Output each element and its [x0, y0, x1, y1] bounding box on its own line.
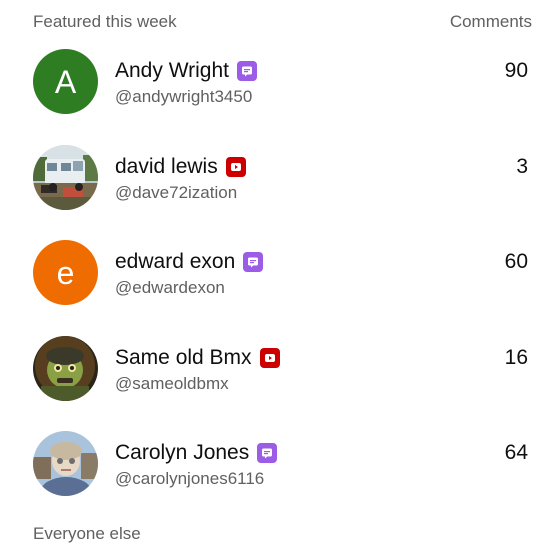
name-line: edward exon — [115, 249, 264, 275]
user-handle: @dave72ization — [115, 182, 238, 202]
list-item[interactable]: Carolyn Jones @carolynjones6116 64 — [0, 420, 560, 516]
avatar[interactable]: e — [33, 240, 98, 305]
comment-count: 16 — [504, 345, 528, 369]
user-handle: @andywright3450 — [115, 87, 253, 106]
user-handle: @edwardexon — [115, 278, 225, 297]
youtube-badge-icon — [259, 347, 280, 368]
featured-header: Featured this week Comments — [33, 10, 532, 34]
user-name[interactable]: edward exon — [115, 250, 235, 274]
featured-list: A Andy Wright @andywright3450 90 david l… — [0, 38, 560, 516]
comments-column-label: Comments — [449, 12, 532, 31]
user-handle: @sameoldbmx — [115, 373, 229, 393]
user-name[interactable]: Same old Bmx — [115, 346, 252, 370]
list-item[interactable]: A Andy Wright @andywright3450 90 — [0, 38, 560, 134]
list-item[interactable]: Same old Bmx @sameoldbmx 16 — [0, 325, 560, 421]
everyone-else-header: Everyone else — [33, 524, 141, 543]
comment-count: 64 — [504, 441, 528, 464]
user-name[interactable]: Carolyn Jones — [115, 441, 249, 465]
name-line: Carolyn Jones — [115, 440, 278, 466]
user-name[interactable]: david lewis — [115, 155, 218, 179]
user-handle: @carolynjones6116 — [115, 469, 265, 488]
avatar[interactable]: A — [33, 49, 98, 114]
name-line: Same old Bmx — [115, 345, 280, 371]
list-item[interactable]: e edward exon @edwardexon 60 — [0, 229, 560, 325]
comment-count: 3 — [516, 154, 528, 178]
person-photo-avatar[interactable] — [33, 431, 98, 496]
van-photo-avatar[interactable] — [33, 144, 98, 210]
zombie-art-avatar[interactable] — [33, 335, 98, 401]
comment-count: 60 — [504, 250, 528, 273]
user-name[interactable]: Andy Wright — [115, 59, 229, 83]
section-title: Featured this week — [33, 12, 177, 31]
list-item[interactable]: david lewis @dave72ization 3 — [0, 134, 560, 230]
name-line: david lewis — [115, 154, 246, 180]
member-badge-icon — [243, 252, 264, 272]
avatar-letter: e — [56, 254, 75, 291]
youtube-badge-icon — [225, 156, 246, 177]
member-badge-icon — [237, 61, 257, 81]
member-badge-icon — [257, 443, 278, 463]
comment-count: 90 — [504, 59, 528, 82]
avatar-letter: A — [54, 63, 77, 100]
name-line: Andy Wright — [115, 58, 257, 84]
